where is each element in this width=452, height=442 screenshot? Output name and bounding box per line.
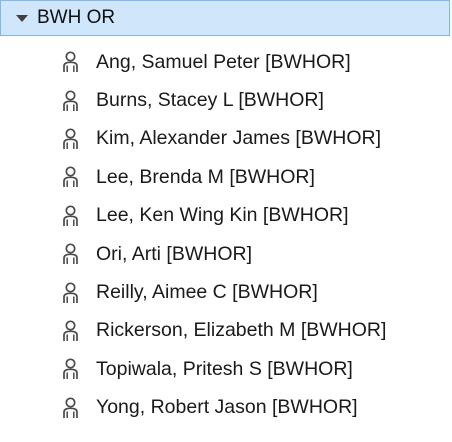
person-icon (63, 128, 78, 149)
caret-down-icon[interactable] (16, 14, 28, 22)
person-icon (63, 243, 78, 265)
list-item[interactable]: Ang, Samuel Peter [BWHOR] (0, 43, 452, 81)
list-item[interactable]: Yong, Robert Jason [BWHOR] (0, 389, 452, 427)
item-label: Burns, Stacey L [BWHOR] (96, 89, 324, 112)
list-item[interactable]: Lee, Brenda M [BWHOR] (0, 158, 452, 196)
item-label: Lee, Ken Wing Kin [BWHOR] (96, 204, 349, 227)
item-label: Topiwala, Pritesh S [BWHOR] (96, 357, 353, 380)
person-icon (63, 90, 78, 111)
person-icon (63, 281, 78, 303)
group-label: BWH OR (37, 7, 116, 28)
person-icon (63, 397, 78, 418)
provider-list: Ang, Samuel Peter [BWHOR] Burns, Stacey … (0, 43, 452, 427)
list-item[interactable]: Burns, Stacey L [BWHOR] (0, 81, 452, 119)
list-item[interactable]: Lee, Ken Wing Kin [BWHOR] (0, 197, 452, 235)
item-label: Ori, Arti [BWHOR] (96, 242, 252, 265)
list-item[interactable]: Rickerson, Elizabeth M [BWHOR] (0, 312, 452, 350)
item-label: Rickerson, Elizabeth M [BWHOR] (96, 319, 387, 342)
person-icon (63, 358, 78, 380)
list-item[interactable]: Reilly, Aimee C [BWHOR] (0, 273, 452, 311)
item-label: Reilly, Aimee C [BWHOR] (96, 281, 318, 304)
person-icon (63, 205, 78, 226)
person-icon (63, 166, 78, 188)
item-label: Lee, Brenda M [BWHOR] (96, 165, 315, 188)
list-item[interactable]: Kim, Alexander James [BWHOR] (0, 120, 452, 158)
person-icon (63, 320, 78, 341)
list-item[interactable]: Topiwala, Pritesh S [BWHOR] (0, 350, 452, 388)
item-label: Kim, Alexander James [BWHOR] (96, 127, 381, 150)
group-header-bwh-or[interactable]: BWH OR (0, 0, 450, 36)
person-icon (63, 51, 78, 73)
item-label: Ang, Samuel Peter [BWHOR] (96, 50, 351, 73)
list-item[interactable]: Ori, Arti [BWHOR] (0, 235, 452, 273)
provider-tree: BWH OR Ang, Samuel Peter [BWHOR] Burns, … (0, 0, 452, 442)
item-label: Yong, Robert Jason [BWHOR] (96, 396, 358, 419)
